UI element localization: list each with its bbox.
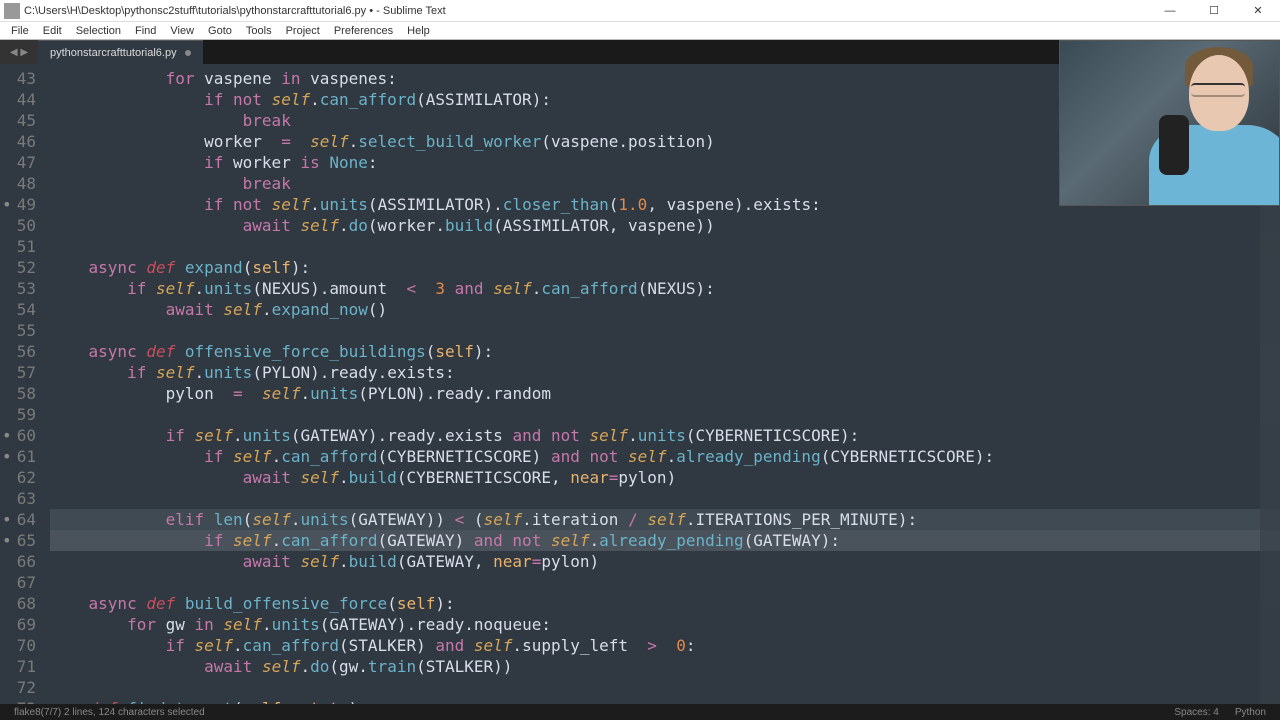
status-bar: flake8(7/7) 2 lines, 124 characters sele… [0, 704, 1280, 720]
app-icon [4, 3, 20, 19]
code-line[interactable] [50, 488, 1280, 509]
dirty-indicator-icon [185, 50, 191, 56]
code-line[interactable]: async def offensive_force_buildings(self… [50, 341, 1280, 362]
code-line[interactable] [50, 572, 1280, 593]
menu-goto[interactable]: Goto [201, 24, 239, 38]
maximize-button[interactable]: ☐ [1192, 0, 1236, 22]
code-line[interactable] [50, 320, 1280, 341]
code-line[interactable]: if self.can_afford(STALKER) and self.sup… [50, 635, 1280, 656]
code-line[interactable]: if self.units(PYLON).ready.exists: [50, 362, 1280, 383]
code-line[interactable] [50, 236, 1280, 257]
menu-bar: FileEditSelectionFindViewGotoToolsProjec… [0, 22, 1280, 40]
code-line[interactable]: if self.units(NEXUS).amount < 3 and self… [50, 278, 1280, 299]
code-line[interactable]: await self.build(CYBERNETICSCORE, near=p… [50, 467, 1280, 488]
code-line[interactable]: await self.expand_now() [50, 299, 1280, 320]
tab-label: pythonstarcrafttutorial6.py [50, 47, 177, 59]
code-line[interactable]: elif len(self.units(GATEWAY)) < (self.it… [50, 509, 1280, 530]
menu-find[interactable]: Find [128, 24, 163, 38]
menu-preferences[interactable]: Preferences [327, 24, 400, 38]
menu-file[interactable]: File [4, 24, 36, 38]
window-titlebar: C:\Users\H\Desktop\pythonsc2stuff\tutori… [0, 0, 1280, 22]
menu-selection[interactable]: Selection [69, 24, 128, 38]
line-number-gutter: 4344454647484950515253545556575859606162… [0, 64, 44, 704]
code-line[interactable]: if self.units(GATEWAY).ready.exists and … [50, 425, 1280, 446]
tab-nav-arrows[interactable]: ◀ ▶ [0, 40, 38, 64]
code-line[interactable]: pylon = self.units(PYLON).ready.random [50, 383, 1280, 404]
close-button[interactable]: ✕ [1236, 0, 1280, 22]
code-line[interactable]: if self.can_afford(GATEWAY) and not self… [50, 530, 1280, 551]
webcam-overlay [1059, 40, 1280, 206]
code-line[interactable] [50, 404, 1280, 425]
menu-edit[interactable]: Edit [36, 24, 69, 38]
code-line[interactable]: async def expand(self): [50, 257, 1280, 278]
window-title: C:\Users\H\Desktop\pythonsc2stuff\tutori… [24, 5, 446, 17]
menu-project[interactable]: Project [279, 24, 327, 38]
status-language[interactable]: Python [1227, 707, 1274, 718]
menu-tools[interactable]: Tools [239, 24, 279, 38]
code-line[interactable]: await self.build(GATEWAY, near=pylon) [50, 551, 1280, 572]
code-line[interactable]: await self.do(gw.train(STALKER)) [50, 656, 1280, 677]
code-line[interactable] [50, 677, 1280, 698]
menu-view[interactable]: View [163, 24, 201, 38]
minimize-button[interactable]: — [1148, 0, 1192, 22]
code-line[interactable]: async def build_offensive_force(self): [50, 593, 1280, 614]
code-line[interactable]: if self.can_afford(CYBERNETICSCORE) and … [50, 446, 1280, 467]
code-line[interactable]: await self.do(worker.build(ASSIMILATOR, … [50, 215, 1280, 236]
file-tab[interactable]: pythonstarcrafttutorial6.py [38, 40, 203, 64]
status-message: flake8(7/7) 2 lines, 124 characters sele… [6, 707, 213, 718]
code-line[interactable]: for gw in self.units(GATEWAY).ready.noqu… [50, 614, 1280, 635]
status-spaces[interactable]: Spaces: 4 [1166, 707, 1226, 718]
menu-help[interactable]: Help [400, 24, 437, 38]
